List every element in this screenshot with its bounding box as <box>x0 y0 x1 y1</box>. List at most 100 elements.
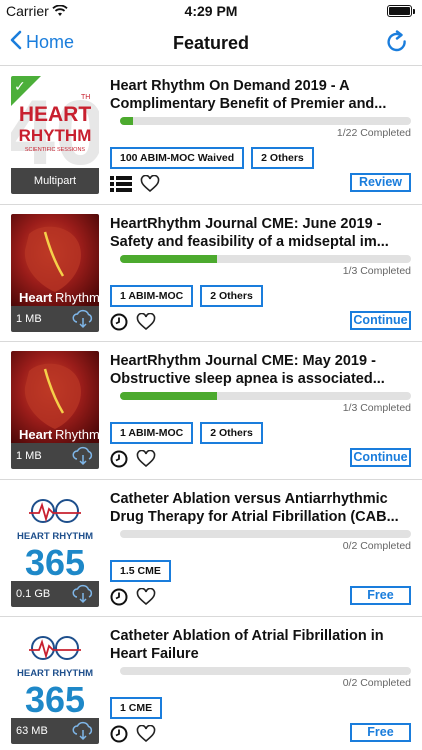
heart-outline-icon[interactable] <box>136 587 156 611</box>
thumbnail-footer: Multipart <box>11 168 99 194</box>
svg-text:HEART RHYTHM: HEART RHYTHM <box>17 668 93 679</box>
heart-outline-icon[interactable] <box>140 174 160 198</box>
thumbnail-footer-label: Multipart <box>33 175 77 187</box>
progress-bar <box>120 392 411 400</box>
course-thumbnail: Heart Rhythm 1 MB <box>11 213 99 332</box>
svg-text:Rhythm: Rhythm <box>55 427 99 442</box>
progress-fill <box>120 392 217 400</box>
credit-badge[interactable]: 1 ABIM-MOC <box>110 422 194 444</box>
status-bar: Carrier 4:29 PM <box>0 0 422 22</box>
cloud-download-icon[interactable] <box>71 721 95 744</box>
battery-icon <box>387 5 415 17</box>
completed-count: 1/22 Completed <box>336 127 411 139</box>
clock-icon[interactable] <box>110 313 128 336</box>
list-item[interactable]: 40 HEART RHYTHM SCIENTIFIC SESSIONS TH ✓… <box>0 67 422 205</box>
credit-badges: 100 ABIM-MOC Waived 2 Others <box>110 147 314 169</box>
cloud-download-icon[interactable] <box>71 584 95 607</box>
heart-rhythm-365-logo: HEART RHYTHM 365 <box>11 626 99 722</box>
credit-badge[interactable]: 1 CME <box>110 697 163 719</box>
status-time: 4:29 PM <box>184 3 238 19</box>
free-button[interactable]: Free <box>350 585 411 605</box>
list-icon[interactable] <box>110 176 132 197</box>
cloud-download-icon[interactable] <box>71 309 95 332</box>
course-thumbnail: 40 HEART RHYTHM SCIENTIFIC SESSIONS TH ✓… <box>11 76 99 194</box>
row-actions <box>110 449 156 473</box>
row-actions <box>110 587 156 611</box>
download-size: 63 MB <box>16 725 48 737</box>
heart-outline-icon[interactable] <box>136 312 156 336</box>
completed-count: 1/3 Completed <box>342 264 411 277</box>
credit-badge[interactable]: 1.5 CME <box>110 559 171 582</box>
completed-count: 0/2 Completed <box>342 677 411 689</box>
clock-icon[interactable] <box>110 725 128 748</box>
course-title[interactable]: HeartRhythm Journal CME: May 2019 - Obst… <box>110 352 410 388</box>
credit-badge[interactable]: 2 Others <box>200 422 263 444</box>
heartrhythm-journal-cover: Heart Rhythm <box>11 213 99 310</box>
credit-badges: 1.5 CME <box>110 559 171 582</box>
course-title[interactable]: Catheter Ablation versus Antiarrhythmic … <box>110 490 410 526</box>
svg-text:Rhythm: Rhythm <box>55 290 99 305</box>
course-title[interactable]: Heart Rhythm On Demand 2019 - A Complime… <box>110 77 410 113</box>
review-button[interactable]: Review <box>350 173 411 192</box>
credit-badge[interactable]: 1 ABIM-MOC <box>110 284 194 307</box>
page-title: Featured <box>172 33 250 53</box>
thumbnail-footer: 1 MB <box>11 305 99 332</box>
svg-text:365: 365 <box>25 542 85 583</box>
thumbnail-footer: 0.1 GB <box>11 580 99 607</box>
progress-fill <box>120 117 134 125</box>
progress-bar <box>120 117 411 125</box>
credit-badges: 1 ABIM-MOC 2 Others <box>110 284 263 307</box>
continue-button[interactable]: Continue <box>350 310 411 330</box>
list-item[interactable]: Heart Rhythm 1 MB HeartRhythm Journal CM… <box>0 205 422 342</box>
download-size: 1 MB <box>16 450 42 462</box>
svg-text:365: 365 <box>25 679 85 720</box>
course-title[interactable]: Catheter Ablation of Atrial Fibrillation… <box>110 627 410 663</box>
svg-text:HEART RHYTHM: HEART RHYTHM <box>17 531 93 542</box>
course-thumbnail: HEART RHYTHM 365 0.1 GB <box>11 488 99 607</box>
heart-outline-icon[interactable] <box>136 449 156 473</box>
download-size: 1 MB <box>16 312 42 325</box>
completed-count: 0/2 Completed <box>342 539 411 552</box>
row-actions <box>110 312 156 336</box>
course-title[interactable]: HeartRhythm Journal CME: June 2019 - Saf… <box>110 215 410 251</box>
heartrhythm-journal-cover: Heart Rhythm <box>11 351 99 447</box>
row-actions <box>110 724 156 748</box>
credit-badge[interactable]: 100 ABIM-MOC Waived <box>110 147 245 169</box>
clock-icon[interactable] <box>110 588 128 611</box>
completed-count: 1/3 Completed <box>342 402 411 414</box>
progress-bar <box>120 529 411 538</box>
checkmark-icon: ✓ <box>14 78 26 94</box>
list-item[interactable]: HEART RHYTHM 365 63 MB Catheter Ablation… <box>0 617 422 750</box>
svg-text:HEART: HEART <box>19 103 92 126</box>
credit-badge[interactable]: 2 Others <box>200 284 263 307</box>
free-button[interactable]: Free <box>350 723 411 742</box>
refresh-button[interactable] <box>386 30 408 61</box>
list-item[interactable]: HEART RHYTHM 365 0.1 GB Catheter Ablatio… <box>0 480 422 617</box>
thumbnail-footer: 63 MB <box>11 718 99 744</box>
credit-badges: 1 CME <box>110 697 163 719</box>
heart-rhythm-365-logo: HEART RHYTHM 365 <box>11 488 99 585</box>
thumbnail-footer: 1 MB <box>11 443 99 469</box>
progress-fill <box>120 254 217 263</box>
row-actions <box>110 174 160 198</box>
svg-text:Heart: Heart <box>19 290 53 305</box>
credit-badges: 1 ABIM-MOC 2 Others <box>110 422 263 444</box>
progress-bar <box>120 254 411 263</box>
refresh-icon <box>386 30 408 60</box>
svg-text:TH: TH <box>81 94 90 101</box>
course-thumbnail: HEART RHYTHM 365 63 MB <box>11 626 99 744</box>
progress-bar <box>120 667 411 675</box>
navigation-bar: Home Featured <box>0 22 422 66</box>
list-item[interactable]: Heart Rhythm 1 MB HeartRhythm Journal CM… <box>0 342 422 480</box>
course-thumbnail: Heart Rhythm 1 MB <box>11 351 99 469</box>
svg-text:Heart: Heart <box>19 427 53 442</box>
svg-text:SCIENTIFIC SESSIONS: SCIENTIFIC SESSIONS <box>25 147 86 153</box>
continue-button[interactable]: Continue <box>350 448 411 467</box>
cloud-download-icon[interactable] <box>71 446 95 469</box>
heart-outline-icon[interactable] <box>136 724 156 748</box>
course-list: 40 HEART RHYTHM SCIENTIFIC SESSIONS TH ✓… <box>0 67 422 750</box>
svg-text:RHYTHM: RHYTHM <box>19 126 92 145</box>
download-size: 0.1 GB <box>16 587 51 600</box>
clock-icon[interactable] <box>110 450 128 473</box>
credit-badge[interactable]: 2 Others <box>251 147 314 169</box>
